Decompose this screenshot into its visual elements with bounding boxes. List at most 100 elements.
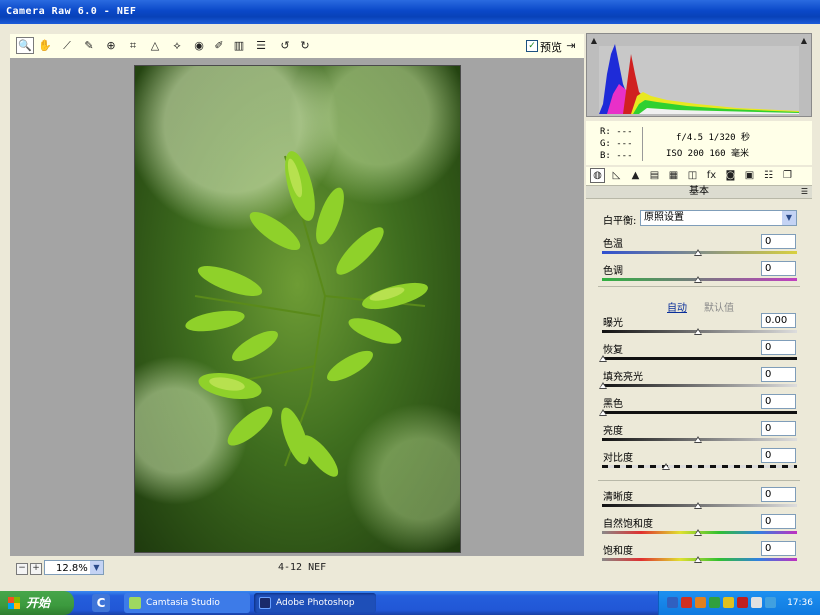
slider-label: 饱和度 <box>603 546 633 557</box>
slider-thumb[interactable] <box>599 409 607 416</box>
start-button[interactable]: 开始 <box>0 591 74 615</box>
taskbar-item-camtasia[interactable]: Camtasia Studio <box>124 593 250 613</box>
slider-thumb[interactable] <box>661 463 670 470</box>
slider-track[interactable] <box>602 465 797 468</box>
network-icon[interactable] <box>765 597 776 608</box>
exit-icon[interactable]: ⇥ <box>562 37 580 54</box>
default-link[interactable]: 默认值 <box>704 299 734 314</box>
slider-thumb[interactable] <box>694 249 702 256</box>
window-title: Camera Raw 6.0 - NEF <box>6 6 137 17</box>
slider-value-input[interactable]: 0.00 <box>761 313 796 328</box>
auto-link[interactable]: 自动 <box>667 299 687 314</box>
white-balance-value: 原照设置 <box>644 212 684 223</box>
slider-value-input[interactable]: 0 <box>761 541 796 556</box>
slider-track[interactable] <box>602 357 797 360</box>
slider-thumb[interactable] <box>694 436 702 443</box>
slider-thumb[interactable] <box>694 328 702 335</box>
chevron-down-icon[interactable]: ▼ <box>782 211 796 225</box>
exif-aperture-shutter: f/4.5 1/320 秒 <box>676 133 751 143</box>
tab-detail-icon[interactable]: ▲ <box>628 168 643 183</box>
crop-tool-icon[interactable]: ⌗ <box>124 37 142 54</box>
slider-thumb[interactable] <box>599 382 607 389</box>
tab-snapshots-icon[interactable]: ❐ <box>780 168 795 183</box>
fern-leaf-image <box>185 151 428 477</box>
quick-launch-icon[interactable]: C <box>92 594 110 612</box>
preview-checkbox[interactable]: ✓ <box>526 40 538 52</box>
slider-thumb[interactable] <box>694 556 702 563</box>
taskbar-item-label: Camtasia Studio <box>146 598 220 608</box>
spot-removal-tool-icon[interactable]: ⟡ <box>168 37 186 54</box>
white-balance-select[interactable]: 原照设置 ▼ <box>640 210 797 226</box>
slider-thumb[interactable] <box>694 502 702 509</box>
white-balance-label: 白平衡: <box>603 216 637 227</box>
red-readout: R: --- <box>600 127 633 137</box>
tray-icon[interactable] <box>667 597 678 608</box>
system-tray: 17:36 <box>658 591 820 615</box>
hand-tool-icon[interactable]: ✋ <box>36 37 54 54</box>
slider-track[interactable] <box>602 411 797 414</box>
tab-presets-icon[interactable]: ▣ <box>742 168 757 183</box>
straighten-tool-icon[interactable]: △ <box>146 37 164 54</box>
slider-value-input[interactable]: 0 <box>761 394 796 409</box>
slider-label: 黑色 <box>603 399 623 410</box>
slider-value-input[interactable]: 0 <box>761 367 796 382</box>
tab-settings-icon[interactable]: ☷ <box>761 168 776 183</box>
adjustment-brush-icon[interactable]: ✐ <box>210 37 228 54</box>
file-name-label: 4-12 NEF <box>278 562 327 573</box>
zoom-in-button[interactable]: + <box>30 563 42 575</box>
preferences-icon[interactable]: ☰ <box>252 37 270 54</box>
tray-icon[interactable] <box>723 597 734 608</box>
chevron-down-icon[interactable]: ▼ <box>90 561 103 574</box>
tab-split-toning-icon[interactable]: ▦ <box>666 168 681 183</box>
slider-thumb[interactable] <box>599 355 607 362</box>
zoom-tool-icon[interactable]: 🔍 <box>16 37 34 54</box>
volume-icon[interactable] <box>751 597 762 608</box>
white-balance-tool-icon[interactable]: ⟋ <box>58 37 76 54</box>
zoom-out-button[interactable]: − <box>16 563 28 575</box>
slider-label: 自然饱和度 <box>603 519 653 530</box>
tray-icon[interactable] <box>695 597 706 608</box>
tray-icon[interactable] <box>681 597 692 608</box>
slider-thumb[interactable] <box>694 276 702 283</box>
tab-hsl-icon[interactable]: ▤ <box>647 168 662 183</box>
red-eye-tool-icon[interactable]: ◉ <box>190 37 208 54</box>
slider-value-input[interactable]: 0 <box>761 261 796 276</box>
zoom-level-select[interactable]: 12.8% ▼ <box>44 560 104 575</box>
rotate-left-icon[interactable]: ↺ <box>276 37 294 54</box>
photo-preview <box>134 65 461 553</box>
slider-thumb[interactable] <box>694 529 702 536</box>
slider-label: 填充亮光 <box>603 372 643 383</box>
taskbar-item-photoshop[interactable]: Adobe Photoshop <box>254 593 376 613</box>
slider-value-input[interactable]: 0 <box>761 340 796 355</box>
slider-value-input[interactable]: 0 <box>761 421 796 436</box>
tab-effects-icon[interactable]: fx <box>704 168 719 183</box>
tray-icon[interactable] <box>709 597 720 608</box>
color-sampler-tool-icon[interactable]: ✎ <box>80 37 98 54</box>
tab-basic-icon[interactable]: ◍ <box>590 168 605 183</box>
panel-tabs: ◍ ◺ ▲ ▤ ▦ ◫ fx ◙ ▣ ☷ ❐ <box>586 167 812 185</box>
section-divider <box>598 480 800 481</box>
taskbar-item-label: Adobe Photoshop <box>276 598 355 608</box>
tab-tone-curve-icon[interactable]: ◺ <box>609 168 624 183</box>
slider-value-input[interactable]: 0 <box>761 448 796 463</box>
histogram: ▲ ▲ <box>586 33 812 117</box>
targeted-adjustment-tool-icon[interactable]: ⊕ <box>102 37 120 54</box>
exif-iso-focal: ISO 200 160 毫米 <box>666 149 750 159</box>
preview-label: 预览 <box>540 41 562 54</box>
slider-track[interactable] <box>602 384 797 387</box>
slider-value-input[interactable]: 0 <box>761 234 796 249</box>
panel-title: 基本 <box>689 186 709 197</box>
rotate-right-icon[interactable]: ↻ <box>296 37 314 54</box>
slider-label: 对比度 <box>603 453 633 464</box>
slider-value-input[interactable]: 0 <box>761 487 796 502</box>
blue-readout: B: --- <box>600 151 633 161</box>
tab-camera-calibration-icon[interactable]: ◙ <box>723 168 738 183</box>
graduated-filter-icon[interactable]: ▥ <box>230 37 248 54</box>
title-bar: Camera Raw 6.0 - NEF <box>0 0 820 24</box>
panel-menu-icon[interactable]: ☰ <box>801 186 808 198</box>
slider-value-input[interactable]: 0 <box>761 514 796 529</box>
image-canvas[interactable] <box>10 58 584 556</box>
tab-lens-corrections-icon[interactable]: ◫ <box>685 168 700 183</box>
tray-icon[interactable] <box>737 597 748 608</box>
green-readout: G: --- <box>600 139 633 149</box>
